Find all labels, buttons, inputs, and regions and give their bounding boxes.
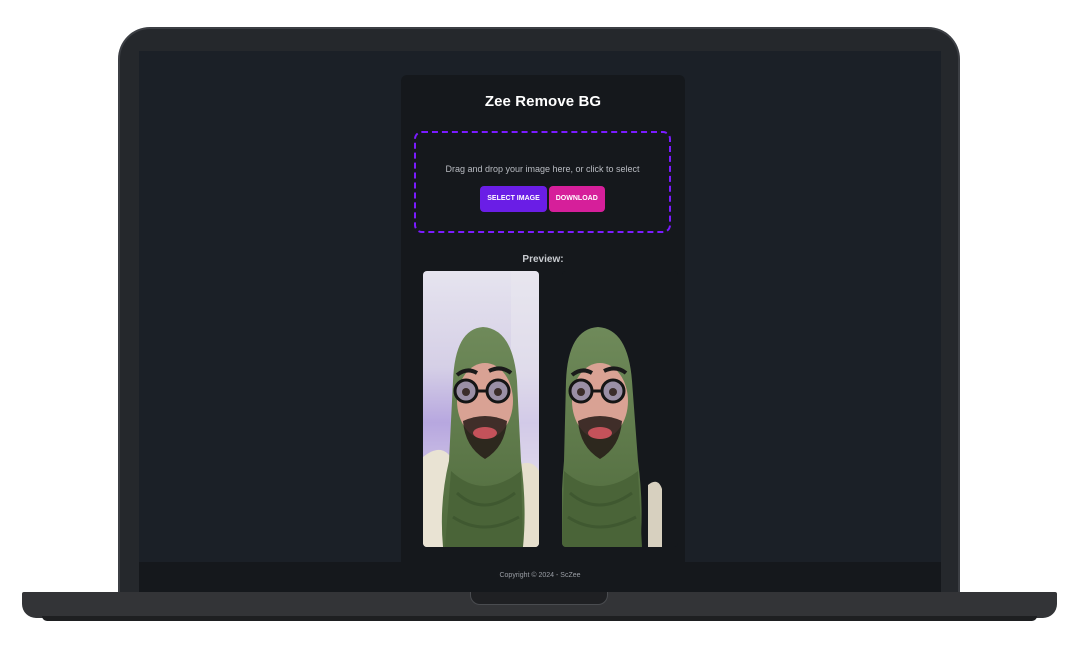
download-button[interactable]: DOWNLOAD (548, 186, 605, 212)
laptop-mockup: Zee Remove BG Drag and drop your image h… (0, 0, 1080, 663)
app-card: Zee Remove BG Drag and drop your image h… (401, 75, 685, 565)
laptop-base-shadow (42, 616, 1037, 621)
background-removed-image (562, 271, 678, 547)
original-photo-graphic (423, 271, 539, 547)
image-dropzone[interactable]: Drag and drop your image here, or click … (414, 131, 671, 233)
laptop-notch (470, 592, 608, 605)
app-title: Zee Remove BG (484, 93, 602, 110)
dropzone-button-row: SELECT IMAGE DOWNLOAD (416, 186, 669, 212)
laptop-screen: Zee Remove BG Drag and drop your image h… (139, 51, 941, 592)
preview-label: Preview: (522, 254, 564, 265)
dropzone-instruction: Drag and drop your image here, or click … (445, 164, 640, 174)
result-photo-graphic (562, 271, 678, 547)
original-image (423, 271, 539, 547)
footer-copyright: Copyright © 2024 - ScZee (499, 572, 581, 579)
select-image-button[interactable]: SELECT IMAGE (480, 186, 547, 212)
footer: Copyright © 2024 - ScZee (139, 562, 941, 592)
